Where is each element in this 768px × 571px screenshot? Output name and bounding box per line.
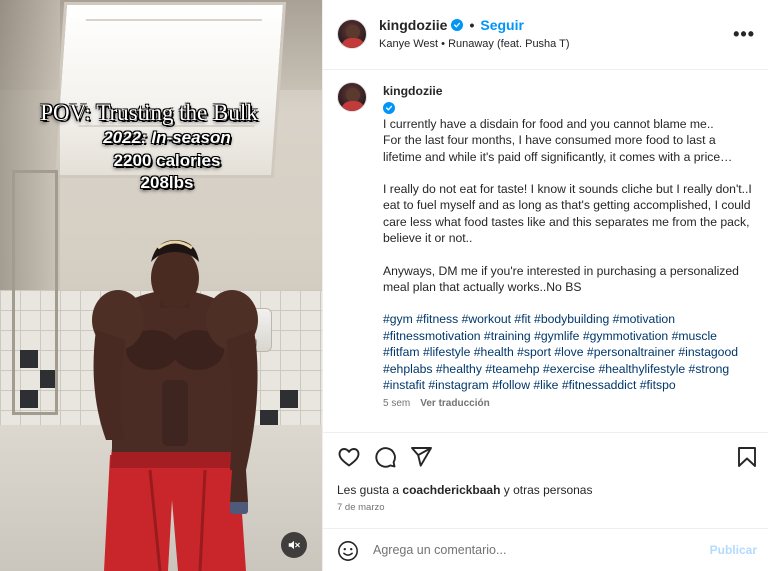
translate-link[interactable]: Ver traducción — [420, 398, 489, 409]
caption-username-link[interactable]: kingdoziie — [383, 84, 443, 98]
avatar[interactable] — [337, 19, 367, 49]
header-user-row: kingdoziie • Seguir — [379, 17, 524, 33]
caption-paragraph-2: I really do not eat for taste! I know it… — [383, 182, 752, 246]
overlay-calories: 2200 calories — [113, 151, 221, 170]
more-options-icon[interactable]: ••• — [733, 24, 755, 45]
publish-button[interactable]: Publicar — [710, 543, 757, 557]
post-header: kingdoziie • Seguir Kanye West • Runaway… — [323, 0, 768, 70]
likes-prefix: Les gusta a — [337, 483, 403, 497]
overlay-season: 2022: In-season — [103, 128, 231, 147]
likes-summary: Les gusta a coachderickbaah y otras pers… — [337, 483, 592, 497]
avatar[interactable] — [337, 82, 367, 112]
likes-user-link[interactable]: coachderickbaah — [402, 483, 500, 497]
username-link[interactable]: kingdoziie — [379, 17, 447, 33]
caption-paragraph-1: I currently have a disdain for food and … — [383, 116, 733, 164]
verified-badge-icon — [451, 19, 464, 31]
person-figure — [92, 240, 258, 571]
share-icon[interactable] — [409, 445, 433, 469]
action-bar — [323, 432, 768, 478]
bookmark-icon[interactable] — [735, 445, 759, 469]
caption-hashtags[interactable]: #gym #fitness #workout #fit #bodybuildin… — [383, 311, 753, 393]
post-age: 5 sem — [383, 398, 411, 409]
mute-button[interactable] — [281, 532, 307, 558]
caption-meta: 5 sem Ver traducción — [383, 398, 490, 409]
overlay-title: POV: Trusting the Bulk — [40, 100, 258, 125]
comment-icon[interactable] — [373, 445, 397, 469]
verified-badge-icon — [383, 102, 395, 115]
emoji-icon[interactable] — [337, 540, 359, 562]
caption-paragraph-3: Anyways, DM me if you're interested in p… — [383, 263, 739, 295]
muted-speaker-icon — [288, 540, 300, 550]
likes-suffix[interactable]: y otras personas — [500, 483, 593, 497]
separator-dot: • — [469, 17, 475, 33]
overlay-weight: 208lbs — [140, 173, 194, 192]
follow-button[interactable]: Seguir — [480, 17, 524, 33]
heart-icon[interactable] — [337, 445, 361, 469]
comment-input[interactable] — [373, 539, 693, 561]
audio-track-link[interactable]: Kanye West • Runaway (feat. Pusha T) — [379, 38, 570, 50]
post-date[interactable]: 7 de marzo — [337, 502, 385, 513]
post-video[interactable]: POV: Trusting the Bulk 2022: In-season 2… — [0, 0, 322, 571]
caption-text: kingdoziie I currently have a disdain fo… — [383, 83, 753, 394]
post-details-panel: kingdoziie • Seguir Kanye West • Runaway… — [322, 0, 768, 571]
caption-section: kingdoziie I currently have a disdain fo… — [323, 70, 768, 432]
comment-bar: Publicar — [323, 528, 768, 571]
